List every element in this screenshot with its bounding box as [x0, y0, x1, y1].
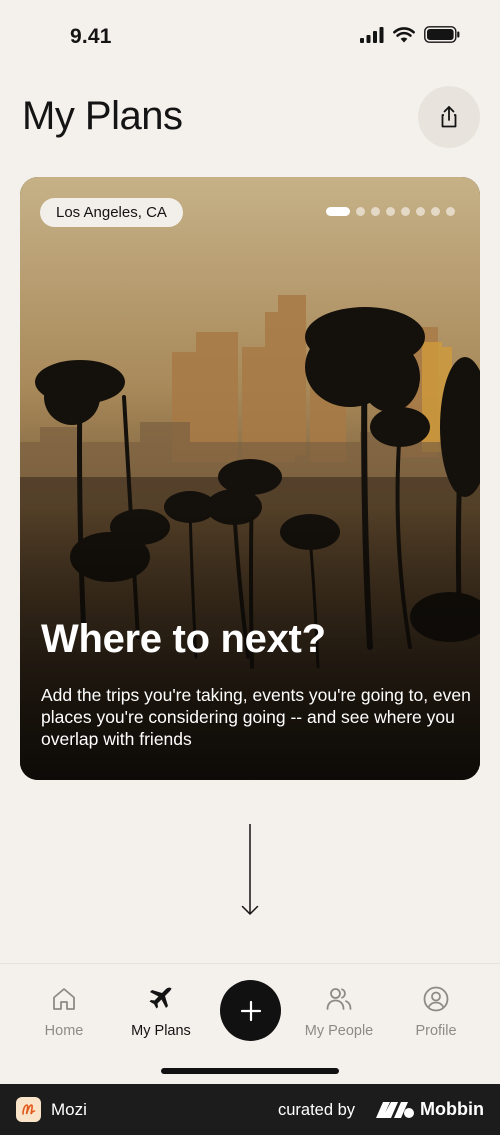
tab-profile[interactable]: Profile — [391, 984, 481, 1039]
plus-icon — [240, 1000, 261, 1021]
curated-by-label: curated by — [278, 1101, 356, 1119]
tab-label: My People — [304, 1023, 374, 1039]
tab-home[interactable]: Home — [19, 984, 109, 1039]
status-time: 9.41 — [70, 25, 112, 48]
card-headline: Where to next? — [41, 617, 326, 661]
destination-card[interactable]: Los Angeles, CA Where to next? Add the t… — [20, 177, 480, 780]
tab-my-people[interactable]: My People — [294, 984, 384, 1039]
app-logo-icon — [16, 1097, 41, 1122]
home-indicator — [161, 1068, 339, 1074]
tab-label: Profile — [415, 1023, 457, 1039]
mobbin-logo-icon — [376, 1102, 414, 1118]
carousel-pager[interactable] — [326, 207, 455, 216]
arrow-down-icon — [241, 824, 259, 915]
cellular-signal-icon — [360, 26, 384, 43]
carousel-dot[interactable] — [356, 207, 365, 216]
share-icon — [441, 106, 457, 128]
attribution-bar: Mozi curated by Mobbin — [0, 1084, 500, 1135]
battery-icon — [424, 26, 460, 43]
app-name: Mozi — [51, 1100, 87, 1119]
carousel-dot[interactable] — [371, 207, 380, 216]
tab-label: Home — [44, 1023, 84, 1039]
carousel-dot[interactable] — [446, 207, 455, 216]
carousel-dot[interactable] — [326, 207, 350, 216]
mobbin-brand: Mobbin — [420, 1099, 484, 1119]
add-plan-button[interactable] — [220, 980, 281, 1041]
tab-my-plans[interactable]: My Plans — [116, 984, 206, 1039]
people-icon — [326, 988, 352, 1010]
location-chip[interactable]: Los Angeles, CA — [40, 198, 183, 227]
carousel-dot[interactable] — [416, 207, 425, 216]
carousel-dot[interactable] — [401, 207, 410, 216]
wifi-icon — [393, 26, 415, 42]
profile-icon — [423, 986, 449, 1012]
status-bar: 9.41 — [0, 0, 500, 70]
airplane-icon — [149, 987, 172, 1009]
carousel-dot[interactable] — [431, 207, 440, 216]
status-icons — [360, 26, 460, 43]
share-button[interactable] — [418, 86, 480, 148]
card-description: Add the trips you're taking, events you'… — [41, 685, 471, 749]
page-title: My Plans — [22, 94, 183, 138]
home-icon — [53, 988, 75, 1010]
tab-label: My Plans — [131, 1023, 191, 1039]
bottom-tab-bar: Home My Plans My People Profile — [0, 963, 500, 1084]
carousel-dot[interactable] — [386, 207, 395, 216]
